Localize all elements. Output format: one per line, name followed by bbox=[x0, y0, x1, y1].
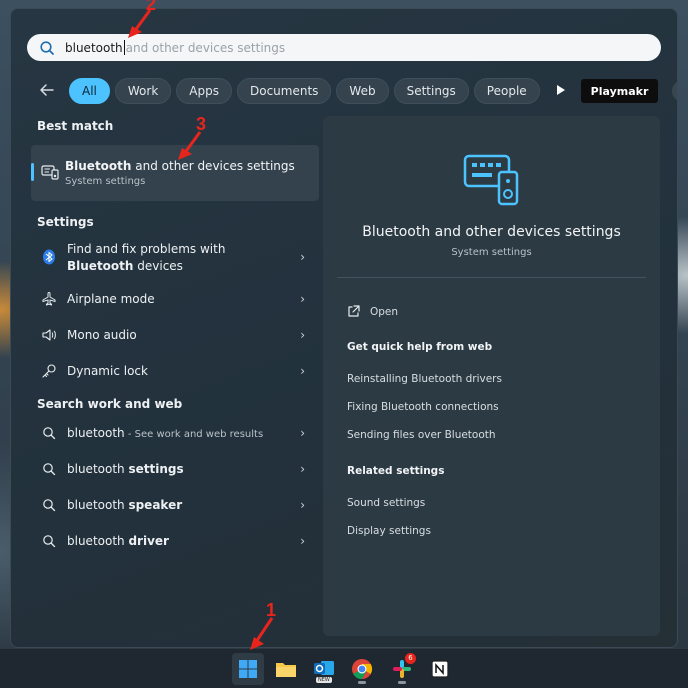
annotation-arrow-icon bbox=[128, 9, 152, 38]
web-result-bluetooth-settings[interactable]: bluetooth settings › bbox=[31, 451, 319, 487]
folder-icon bbox=[276, 663, 296, 677]
list-item-label: Airplane mode bbox=[67, 292, 155, 306]
devices-settings-icon bbox=[41, 165, 59, 180]
notification-badge: 6 bbox=[405, 653, 416, 664]
details-pane: Bluetooth and other devices settings Sys… bbox=[323, 116, 660, 636]
search-icon bbox=[41, 497, 57, 513]
playmakr-button[interactable]: Playmakr bbox=[580, 79, 659, 103]
chrome-icon bbox=[352, 659, 373, 680]
tab-all[interactable]: All bbox=[69, 78, 110, 104]
annotation-arrow-icon bbox=[178, 131, 202, 160]
help-link-reinstall[interactable]: Reinstalling Bluetooth drivers bbox=[347, 373, 502, 385]
web-result-bluetooth-driver[interactable]: bluetooth driver › bbox=[31, 523, 319, 559]
details-subtitle: System settings bbox=[451, 247, 532, 258]
search-icon bbox=[41, 425, 57, 441]
running-indicator bbox=[398, 681, 406, 684]
details-title: Bluetooth and other devices settings bbox=[362, 224, 621, 240]
file-explorer-button[interactable] bbox=[270, 653, 302, 685]
list-item-line1: Find and fix problems with bbox=[67, 241, 226, 256]
list-item-label: Mono audio bbox=[67, 328, 137, 342]
search-icon bbox=[41, 461, 57, 477]
chrome-button[interactable] bbox=[346, 653, 378, 685]
tab-people[interactable]: People bbox=[473, 78, 540, 104]
section-best-match: Best match bbox=[37, 119, 114, 133]
avatar[interactable]: T bbox=[672, 80, 677, 102]
speaker-icon bbox=[41, 327, 57, 343]
running-indicator bbox=[358, 681, 366, 684]
help-link-fixing[interactable]: Fixing Bluetooth connections bbox=[347, 401, 499, 413]
key-icon bbox=[41, 363, 57, 379]
related-settings-header: Related settings bbox=[347, 465, 445, 477]
related-link-sound[interactable]: Sound settings bbox=[347, 497, 425, 509]
chevron-right-icon: › bbox=[300, 250, 305, 264]
list-item-troubleshoot-bluetooth[interactable]: Find and fix problems with Bluetooth dev… bbox=[31, 233, 319, 281]
chevron-right-icon: › bbox=[300, 328, 305, 342]
new-tag: NEW bbox=[316, 677, 332, 683]
airplane-icon bbox=[41, 291, 57, 307]
open-label: Open bbox=[370, 305, 399, 318]
filter-bar: All Work Apps Documents Web Settings Peo… bbox=[37, 77, 677, 105]
list-item-airplane-mode[interactable]: Airplane mode › bbox=[31, 281, 319, 317]
chevron-right-icon: › bbox=[300, 292, 305, 306]
slack-button[interactable]: 6 bbox=[386, 653, 418, 685]
list-item-label: Dynamic lock bbox=[67, 364, 148, 378]
search-suggestion: and other devices settings bbox=[125, 40, 286, 55]
quick-help-header: Get quick help from web bbox=[347, 341, 493, 353]
search-icon bbox=[40, 40, 54, 55]
open-button[interactable]: Open bbox=[347, 305, 398, 318]
web-result-label: bluetooth speaker bbox=[67, 498, 183, 512]
list-item-mono-audio[interactable]: Mono audio › bbox=[31, 317, 319, 353]
tab-web[interactable]: Web bbox=[336, 78, 389, 104]
open-external-icon bbox=[348, 305, 360, 317]
best-match-subtitle: System settings bbox=[65, 176, 146, 187]
chevron-right-icon: › bbox=[300, 498, 305, 512]
search-input[interactable]: bluetooth and other devices settings bbox=[27, 34, 661, 61]
annotation-arrow-icon bbox=[250, 617, 274, 650]
notion-icon bbox=[431, 660, 449, 678]
chevron-right-icon: › bbox=[300, 462, 305, 476]
web-result-label: bluetooth settings bbox=[67, 462, 184, 476]
web-result-bluetooth[interactable]: bluetooth - See work and web results › bbox=[31, 415, 319, 451]
bluetooth-icon bbox=[41, 249, 57, 265]
list-item-dynamic-lock[interactable]: Dynamic lock › bbox=[31, 353, 319, 389]
chevron-right-icon: › bbox=[300, 426, 305, 440]
play-icon[interactable] bbox=[551, 84, 571, 99]
list-item-line2: Bluetooth devices bbox=[67, 258, 183, 273]
taskbar: NEW 6 bbox=[0, 648, 688, 688]
tab-settings[interactable]: Settings bbox=[393, 78, 469, 104]
web-result-bluetooth-speaker[interactable]: bluetooth speaker › bbox=[31, 487, 319, 523]
divider bbox=[337, 277, 646, 278]
section-settings: Settings bbox=[37, 215, 94, 229]
devices-settings-icon bbox=[463, 154, 519, 206]
section-search-web: Search work and web bbox=[37, 397, 183, 411]
chevron-right-icon: › bbox=[300, 534, 305, 548]
search-flyout: bluetooth and other devices settings All… bbox=[10, 8, 678, 648]
selection-indicator bbox=[31, 163, 34, 181]
tab-documents[interactable]: Documents bbox=[236, 78, 332, 104]
best-match-item[interactable]: Bluetooth and other devices settings Sys… bbox=[31, 145, 319, 201]
help-link-sending[interactable]: Sending files over Bluetooth bbox=[347, 429, 496, 441]
search-icon bbox=[41, 533, 57, 549]
web-result-label: bluetooth driver bbox=[67, 534, 169, 548]
start-button[interactable] bbox=[232, 653, 264, 685]
notion-button[interactable] bbox=[424, 653, 456, 685]
back-arrow-icon[interactable] bbox=[37, 80, 59, 102]
search-typed-text: bluetooth bbox=[65, 40, 123, 55]
tab-work[interactable]: Work bbox=[114, 78, 172, 104]
chevron-right-icon: › bbox=[300, 364, 305, 378]
tab-apps[interactable]: Apps bbox=[176, 78, 232, 104]
text-caret bbox=[123, 40, 125, 55]
related-link-display[interactable]: Display settings bbox=[347, 525, 431, 537]
windows-logo-icon bbox=[239, 660, 257, 678]
web-result-label: bluetooth - See work and web results bbox=[67, 426, 264, 440]
results-list: Best match Bluetooth and other devices s… bbox=[31, 119, 319, 559]
outlook-button[interactable]: NEW bbox=[308, 653, 340, 685]
